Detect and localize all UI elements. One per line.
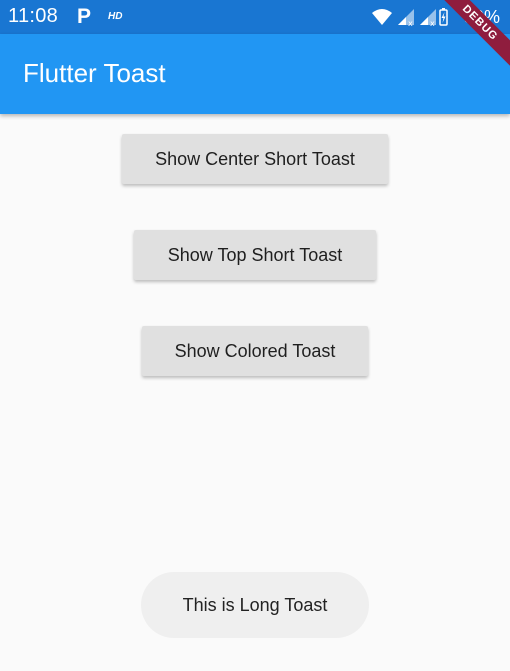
status-time: 11:08 (8, 5, 59, 27)
svg-text:x: x (430, 19, 435, 27)
signal-icon: x (420, 9, 436, 27)
wifi-icon (372, 9, 392, 25)
signal-icon: x (398, 9, 414, 27)
app-screen: 11:08 P HD x x 89% Flut (0, 0, 510, 671)
status-bar: 11:08 P HD x x 89% (0, 0, 510, 34)
show-center-short-toast-button[interactable]: Show Center Short Toast (122, 134, 388, 184)
battery-charging-icon (439, 8, 448, 26)
show-top-short-toast-button[interactable]: Show Top Short Toast (134, 230, 376, 280)
app-bar: Flutter Toast (0, 34, 510, 114)
hd-badge-icon: HD (108, 11, 123, 22)
status-icons: x x (372, 8, 448, 27)
page-title: Flutter Toast (23, 58, 166, 88)
show-colored-toast-button[interactable]: Show Colored Toast (142, 326, 368, 376)
svg-text:x: x (408, 19, 413, 27)
p-badge-icon: P (77, 5, 92, 28)
toast-message: This is Long Toast (141, 572, 369, 638)
